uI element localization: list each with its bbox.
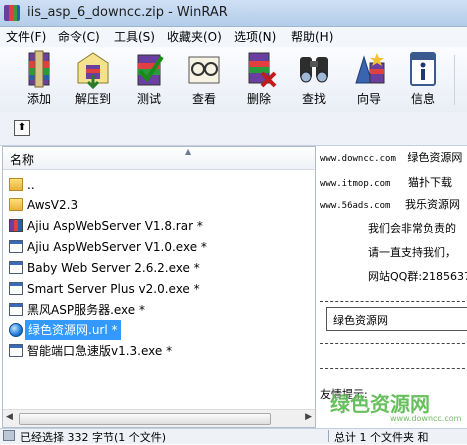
- info-button[interactable]: 信息: [396, 49, 450, 109]
- find-icon: [300, 57, 328, 83]
- file-name: Smart Server Plus v2.0.exe *: [27, 282, 200, 296]
- info-icon: [410, 52, 436, 86]
- dashed-divider: [320, 368, 467, 369]
- menu-bar: 文件(F) 命令(C) 工具(S) 收藏夹(O) 选项(N) 帮助(H): [0, 27, 467, 48]
- file-name: 绿色资源网.url *: [25, 320, 121, 340]
- add-label: 添加: [26, 92, 51, 106]
- file-name: AwsV2.3: [27, 198, 79, 212]
- file-row-smart-server[interactable]: Smart Server Plus v2.0.exe *: [5, 279, 313, 299]
- extract-to-button[interactable]: 解压到: [66, 49, 120, 109]
- winrar-app-icon: [4, 5, 20, 21]
- dashed-divider: [320, 343, 467, 344]
- name-column-label: 名称: [10, 153, 35, 167]
- file-name: Baby Web Server 2.6.2.exe *: [27, 261, 200, 275]
- file-row-baby-web-server[interactable]: Baby Web Server 2.6.2.exe *: [5, 258, 313, 278]
- extract-to-label: 解压到: [74, 92, 111, 106]
- menu-command[interactable]: 命令(C): [58, 29, 100, 45]
- file-name: 智能端口急速版v1.3.exe *: [27, 344, 173, 358]
- comment-qq-group: 网站QQ群:21856373: [368, 270, 467, 283]
- delete-button[interactable]: 删除: [232, 49, 286, 109]
- name-column-header[interactable]: 名称 ▲: [3, 147, 315, 170]
- file-row-zhineng-port[interactable]: 智能端口急速版v1.3.exe *: [5, 341, 313, 361]
- executable-icon: [9, 240, 23, 253]
- wizard-button[interactable]: 向导: [342, 49, 396, 109]
- comment-line-3: www.56ads.com 我乐资源网: [320, 198, 460, 211]
- comment-box-text: 绿色资源网: [333, 314, 388, 327]
- find-label: 查找: [301, 92, 326, 106]
- archive-comment-pane: www.downcc.com 绿色资源网 www.itmop.com 猫扑下载 …: [318, 146, 467, 428]
- up-folder-button[interactable]: ⬆: [14, 120, 30, 136]
- extract-to-icon: [77, 52, 109, 89]
- menu-options[interactable]: 选项(N): [234, 29, 276, 45]
- view-button[interactable]: 查看: [177, 49, 231, 109]
- scroll-right-icon[interactable]: ▶: [305, 412, 312, 422]
- parent-folder-icon: [9, 178, 23, 191]
- sort-ascending-icon: ▲: [185, 147, 192, 156]
- title-bar: iis_asp_6_downcc.zip - WinRAR: [0, 0, 467, 27]
- menu-file[interactable]: 文件(F): [6, 29, 46, 45]
- scroll-left-icon[interactable]: ◀: [6, 412, 13, 422]
- path-bar: ⬆: [0, 112, 467, 146]
- file-row-awsv23[interactable]: AwsV2.3: [5, 195, 313, 215]
- drive-icon: [3, 430, 15, 441]
- comment-para-1: 我们会非常负责的: [368, 222, 456, 235]
- comment-para-2: 请一直支持我们，: [368, 246, 456, 259]
- file-row-parent[interactable]: ..: [5, 175, 313, 195]
- test-label: 测试: [136, 92, 161, 106]
- file-row-lvse-url[interactable]: 绿色资源网.url *: [5, 320, 313, 340]
- toolbar-separator: [454, 55, 455, 105]
- menu-tools[interactable]: 工具(S): [114, 29, 155, 45]
- info-label: 信息: [410, 92, 435, 106]
- view-label: 查看: [191, 92, 216, 106]
- watermark-url: www.downcc.com: [390, 414, 462, 423]
- status-divider: [328, 430, 329, 442]
- test-icon: [137, 54, 164, 86]
- up-arrow-icon: ⬆: [17, 122, 27, 133]
- view-icon: [188, 56, 220, 84]
- watermark-logo: 绿色资源网: [330, 392, 430, 416]
- file-name: 黑风ASP服务器.exe *: [27, 303, 145, 317]
- executable-icon: [9, 261, 23, 274]
- comment-line-1: www.downcc.com 绿色资源网: [320, 151, 463, 164]
- file-name: Ajiu AspWebServer V1.8.rar *: [27, 219, 203, 233]
- folder-icon: [9, 198, 23, 211]
- find-button[interactable]: 查找: [287, 49, 341, 109]
- status-bar: 已经选择 332 字节(1 个文件) 总计 1 个文件夹 和: [0, 428, 467, 444]
- scrollbar-thumb[interactable]: [19, 413, 271, 425]
- window-title: iis_asp_6_downcc.zip - WinRAR: [27, 5, 228, 20]
- menu-favorites[interactable]: 收藏夹(O): [167, 29, 222, 45]
- wizard-icon: [355, 53, 385, 84]
- rar-archive-icon: [9, 219, 23, 232]
- file-row-ajiu-rar[interactable]: Ajiu AspWebServer V1.8.rar *: [5, 216, 313, 236]
- file-list-pane: 名称 ▲ .. AwsV2.3 Ajiu AspWebServer V1.8.r…: [2, 146, 316, 428]
- comment-line-2: www.itmop.com 猫扑下载: [320, 176, 452, 189]
- dashed-divider: [320, 301, 467, 302]
- executable-icon: [9, 282, 23, 295]
- comment-box: 绿色资源网: [326, 307, 467, 331]
- add-archive-icon: [28, 50, 50, 88]
- add-button[interactable]: 添加: [12, 49, 66, 109]
- executable-icon: [9, 303, 23, 316]
- toolbar: 添加 解压到 测试 查看 删除 查找 向导 信息: [0, 47, 467, 113]
- wizard-label: 向导: [356, 92, 381, 106]
- file-row-heifeng-asp[interactable]: 黑风ASP服务器.exe *: [5, 300, 313, 320]
- globe-url-icon: [9, 323, 23, 337]
- test-button[interactable]: 测试: [122, 49, 176, 109]
- executable-icon: [9, 344, 23, 357]
- delete-icon: [248, 52, 277, 88]
- file-name: ..: [27, 178, 35, 192]
- horizontal-scrollbar[interactable]: ◀ ▶: [3, 409, 315, 427]
- menu-help[interactable]: 帮助(H): [291, 29, 333, 45]
- delete-label: 删除: [246, 92, 271, 106]
- file-row-ajiu-exe[interactable]: Ajiu AspWebServer V1.0.exe *: [5, 237, 313, 257]
- file-name: Ajiu AspWebServer V1.0.exe *: [27, 240, 207, 254]
